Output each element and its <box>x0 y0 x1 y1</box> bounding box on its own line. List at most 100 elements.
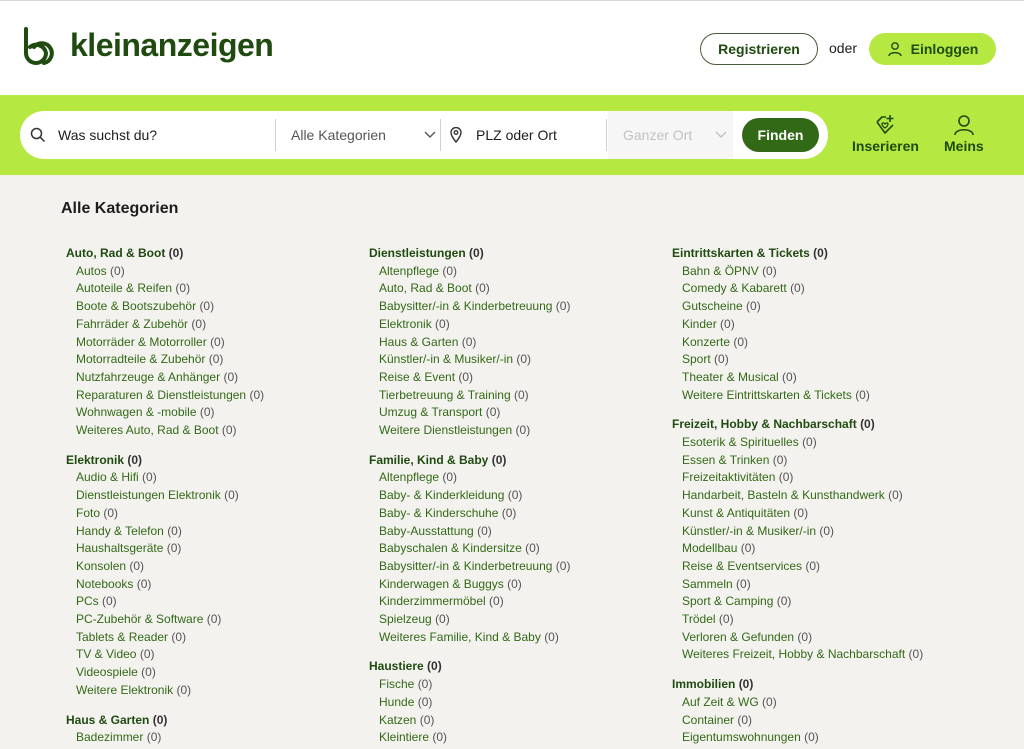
subcategory-link[interactable]: PC-Zubehör & Software (0) <box>76 611 366 629</box>
subcategory-link[interactable]: Babysitter/-in & Kinderbetreuung (0) <box>379 298 669 316</box>
subcategory-link[interactable]: Esoterik & Spirituelles (0) <box>682 434 972 452</box>
subcategory-link[interactable]: Altenpflege (0) <box>379 263 669 281</box>
subcategory-link[interactable]: Motorradteile & Zubehör (0) <box>76 351 366 369</box>
category-heading[interactable]: Dienstleistungen (0) <box>369 245 669 263</box>
category-heading[interactable]: Haus & Garten (0) <box>66 712 366 730</box>
subcategory-link[interactable]: Videospiele (0) <box>76 664 366 682</box>
post-ad-button[interactable]: Inserieren <box>852 114 919 154</box>
category-heading[interactable]: Auto, Rad & Boot (0) <box>66 245 366 263</box>
my-account-button[interactable]: Meins <box>944 114 984 154</box>
subcategory-link[interactable]: Dienstleistungen Elektronik (0) <box>76 487 366 505</box>
subcategory-link[interactable]: Handy & Telefon (0) <box>76 523 366 541</box>
subcategory-link[interactable]: Autos (0) <box>76 263 366 281</box>
register-button[interactable]: Registrieren <box>700 33 818 65</box>
subcategory-link[interactable]: Motorräder & Motorroller (0) <box>76 334 366 352</box>
subcategory-link[interactable]: Babyschalen & Kindersitze (0) <box>379 540 669 558</box>
subcategory-link[interactable]: Essen & Trinken (0) <box>682 452 972 470</box>
subcategory-link[interactable]: Hunde (0) <box>379 694 669 712</box>
subcategory-link[interactable]: Auf Zeit & WG (0) <box>682 694 972 712</box>
logo[interactable]: kleinanzeigen <box>20 25 274 65</box>
category-heading-count: (0) <box>491 452 507 467</box>
subcategory-link[interactable]: Gutscheine (0) <box>682 298 972 316</box>
subcategory-link[interactable]: Handarbeit, Basteln & Kunsthandwerk (0) <box>682 487 972 505</box>
subcategory-link[interactable]: Eigentumswohnungen (0) <box>682 729 972 747</box>
subcategory-link[interactable]: Weiteres Familie, Kind & Baby (0) <box>379 629 669 647</box>
subcategory-link[interactable]: Audio & Hifi (0) <box>76 469 366 487</box>
subcategory-link[interactable]: Nutzfahrzeuge & Anhänger (0) <box>76 369 366 387</box>
subcategory-link[interactable]: Konzerte (0) <box>682 334 972 352</box>
subcategory-link[interactable]: Haushaltsgeräte (0) <box>76 540 366 558</box>
subcategory-label: Auto, Rad & Boot <box>379 281 472 296</box>
subcategory-count: (0) <box>102 594 117 609</box>
subcategory-link[interactable]: Reise & Eventservices (0) <box>682 558 972 576</box>
subcategory-link[interactable]: Kinderzimmermöbel (0) <box>379 593 669 611</box>
subcategory-link[interactable]: Baby-Ausstattung (0) <box>379 523 669 541</box>
category-heading[interactable]: Eintrittskarten & Tickets (0) <box>672 245 972 263</box>
subcategory-link[interactable]: Modellbau (0) <box>682 540 972 558</box>
subcategory-link[interactable]: Fahrräder & Zubehör (0) <box>76 316 366 334</box>
radius-select[interactable]: Ganzer Ort <box>608 111 733 159</box>
subcategory-link[interactable]: Altenpflege (0) <box>379 469 669 487</box>
subcategory-link[interactable]: Wohnwagen & -mobile (0) <box>76 404 366 422</box>
subcategory-link[interactable]: Freizeitaktivitäten (0) <box>682 469 972 487</box>
subcategory-link[interactable]: Tierbetreuung & Training (0) <box>379 387 669 405</box>
subcategory-link[interactable]: Umzug & Transport (0) <box>379 404 669 422</box>
subcategory-link[interactable]: Weitere Eintrittskarten & Tickets (0) <box>682 387 972 405</box>
subcategory-link[interactable]: Trödel (0) <box>682 611 972 629</box>
subcategory-link[interactable]: Elektronik (0) <box>379 316 669 334</box>
subcategory-link[interactable]: Baby- & Kinderkleidung (0) <box>379 487 669 505</box>
subcategory-link[interactable]: Haus & Garten (0) <box>379 334 669 352</box>
subcategory-link[interactable]: TV & Video (0) <box>76 646 366 664</box>
category-heading[interactable]: Familie, Kind & Baby (0) <box>369 452 669 470</box>
subcategory-label: Boote & Bootszubehör <box>76 299 197 314</box>
subcategory-count: (0) <box>544 629 559 644</box>
subcategory-label: Reise & Event <box>379 369 456 384</box>
subcategory-link[interactable]: Sport & Camping (0) <box>682 593 972 611</box>
subcategory-link[interactable]: Container (0) <box>682 712 972 730</box>
subcategory-link[interactable]: Boote & Bootszubehör (0) <box>76 298 366 316</box>
subcategory-link[interactable]: Sammeln (0) <box>682 576 972 594</box>
subcategory-link[interactable]: Notebooks (0) <box>76 576 366 594</box>
subcategory-link[interactable]: Kunst & Antiquitäten (0) <box>682 505 972 523</box>
subcategory-link[interactable]: Autoteile & Reifen (0) <box>76 280 366 298</box>
subcategory-link[interactable]: Weitere Dienstleistungen (0) <box>379 422 669 440</box>
find-button[interactable]: Finden <box>742 118 819 152</box>
subcategory-link[interactable]: Reise & Event (0) <box>379 369 669 387</box>
subcategory-link[interactable]: Auto, Rad & Boot (0) <box>379 280 669 298</box>
subcategory-link[interactable]: Künstler/-in & Musiker/-in (0) <box>379 351 669 369</box>
subcategory-link[interactable]: Kinder (0) <box>682 316 972 334</box>
subcategory-link[interactable]: Badezimmer (0) <box>76 729 366 747</box>
subcategory-link[interactable]: Weiteres Freizeit, Hobby & Nachbarschaft… <box>682 646 972 664</box>
subcategory-label: Comedy & Kabarett <box>682 281 787 296</box>
category-heading[interactable]: Freizeit, Hobby & Nachbarschaft (0) <box>672 416 972 434</box>
subcategory-link[interactable]: Weiteres Auto, Rad & Boot (0) <box>76 422 366 440</box>
search-input[interactable]: Was suchst du? <box>30 111 275 159</box>
login-button[interactable]: Einloggen <box>869 33 996 65</box>
subcategory-link[interactable]: Comedy & Kabarett (0) <box>682 280 972 298</box>
subcategory-link[interactable]: Reparaturen & Dienstleistungen (0) <box>76 387 366 405</box>
subcategory-link[interactable]: Verloren & Gefunden (0) <box>682 629 972 647</box>
subcategory-link[interactable]: Künstler/-in & Musiker/-in (0) <box>682 523 972 541</box>
subcategory-link[interactable]: PCs (0) <box>76 593 366 611</box>
location-input[interactable]: PLZ oder Ort <box>450 111 600 159</box>
subcategory-link[interactable]: Bahn & ÖPNV (0) <box>682 263 972 281</box>
subcategory-link[interactable]: Tablets & Reader (0) <box>76 629 366 647</box>
category-heading[interactable]: Haustiere (0) <box>369 658 669 676</box>
subcategory-link[interactable]: Fische (0) <box>379 676 669 694</box>
subcategory-link[interactable]: Katzen (0) <box>379 712 669 730</box>
subcategory-link[interactable]: Babysitter/-in & Kinderbetreuung (0) <box>379 558 669 576</box>
subcategory-link[interactable]: Konsolen (0) <box>76 558 366 576</box>
subcategory-label: Videospiele <box>76 665 138 680</box>
subcategory-link[interactable]: Spielzeug (0) <box>379 611 669 629</box>
category-select[interactable]: Alle Kategorien <box>291 111 436 159</box>
subcategory-link[interactable]: Kinderwagen & Buggys (0) <box>379 576 669 594</box>
category-heading[interactable]: Elektronik (0) <box>66 452 366 470</box>
subcategory-link[interactable]: Kleintiere (0) <box>379 729 669 747</box>
subcategory-link[interactable]: Theater & Musical (0) <box>682 369 972 387</box>
subcategory-link[interactable]: Sport (0) <box>682 351 972 369</box>
subcategory-link[interactable]: Foto (0) <box>76 505 366 523</box>
subcategory-label: Tierbetreuung & Training <box>379 387 511 402</box>
subcategory-link[interactable]: Weitere Elektronik (0) <box>76 682 366 700</box>
subcategory-link[interactable]: Baby- & Kinderschuhe (0) <box>379 505 669 523</box>
category-heading[interactable]: Immobilien (0) <box>672 676 972 694</box>
